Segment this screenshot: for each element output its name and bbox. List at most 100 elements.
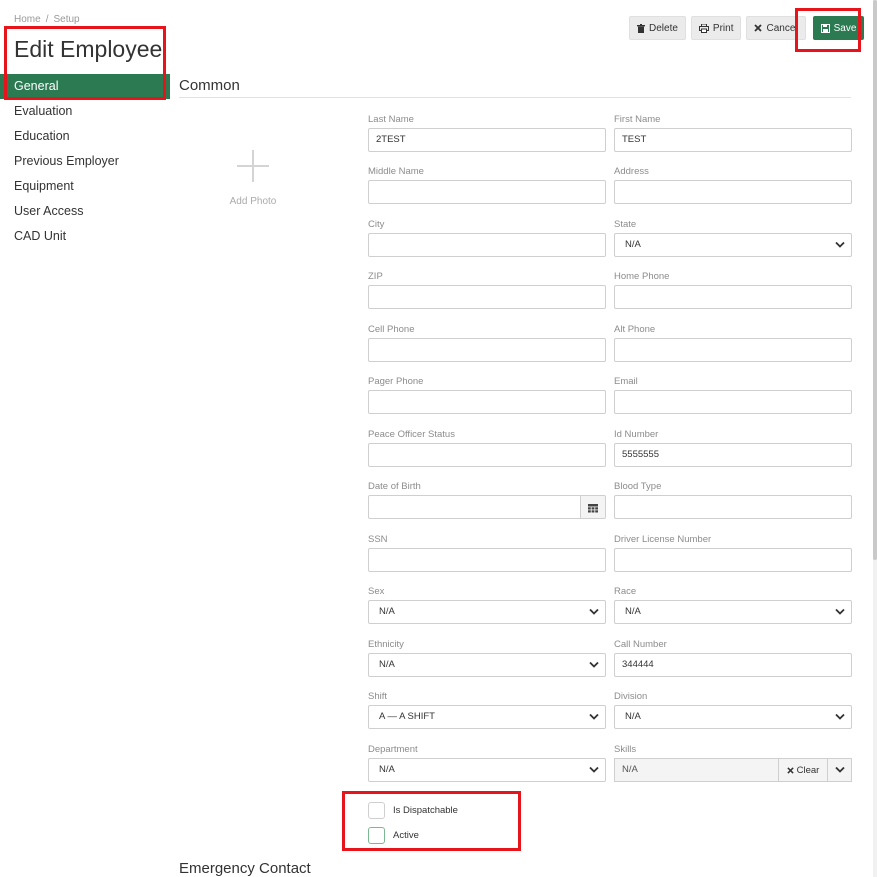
driver-license-input[interactable] <box>614 548 852 572</box>
ssn-input[interactable] <box>368 548 606 572</box>
date-of-birth-field: Date of Birth <box>368 480 606 519</box>
state-field: State N/A <box>614 218 852 257</box>
department-field: Department N/A <box>368 743 606 782</box>
zip-input[interactable] <box>368 285 606 309</box>
calendar-button[interactable] <box>580 496 605 518</box>
race-field: Race N/A <box>614 585 852 624</box>
save-button[interactable]: Save <box>812 16 865 40</box>
breadcrumb-current[interactable]: Setup <box>53 14 79 25</box>
sidebar-item-evaluation[interactable]: Evaluation <box>0 99 170 124</box>
skills-value: N/A <box>614 758 778 782</box>
cell-phone-input[interactable] <box>368 338 606 362</box>
scrollbar[interactable] <box>873 0 877 877</box>
section-divider <box>179 97 851 98</box>
zip-field: ZIP <box>368 270 606 309</box>
call-number-field: Call Number 344444 <box>614 638 852 677</box>
trash-icon <box>637 23 645 33</box>
email-input[interactable] <box>614 390 852 414</box>
skills-multiselect[interactable]: N/A Clear <box>614 758 852 782</box>
scrollbar-thumb[interactable] <box>873 0 877 560</box>
last-name-label: Last Name <box>368 114 414 125</box>
call-number-label: Call Number <box>614 639 667 650</box>
cell-phone-field: Cell Phone <box>368 323 606 362</box>
email-field: Email <box>614 375 852 414</box>
state-select-value: N/A <box>625 239 641 250</box>
sidebar-item-general[interactable]: General <box>0 74 170 99</box>
section-title-common: Common <box>179 77 240 94</box>
alt-phone-field: Alt Phone <box>614 323 852 362</box>
sidebar-item-user-access[interactable]: User Access <box>0 199 170 224</box>
ethnicity-select[interactable]: N/A <box>368 653 606 677</box>
breadcrumb-home-link[interactable]: Home <box>14 14 41 25</box>
floppy-disk-icon <box>820 23 830 33</box>
middle-name-input[interactable] <box>368 180 606 204</box>
sex-select-value: N/A <box>379 606 395 617</box>
active-box[interactable] <box>368 827 385 844</box>
address-input[interactable] <box>614 180 852 204</box>
blood-type-input[interactable] <box>614 495 852 519</box>
sidebar: General Evaluation Education Previous Em… <box>0 74 170 249</box>
last-name-field: Last Name 2TEST <box>368 113 606 152</box>
city-field: City <box>368 218 606 257</box>
shift-select-value: A — A SHIFT <box>379 711 435 722</box>
is-dispatchable-label: Is Dispatchable <box>393 805 458 816</box>
add-photo[interactable]: Add Photo <box>218 148 288 212</box>
date-of-birth-input[interactable] <box>368 495 606 519</box>
chevron-down-icon <box>589 766 599 773</box>
state-select[interactable]: N/A <box>614 233 852 257</box>
state-label: State <box>614 219 637 230</box>
sidebar-item-cad-unit[interactable]: CAD Unit <box>0 224 170 249</box>
sex-select[interactable]: N/A <box>368 600 606 624</box>
sidebar-item-equipment[interactable]: Equipment <box>0 174 170 199</box>
blood-type-field: Blood Type <box>614 480 852 519</box>
middle-name-field: Middle Name <box>368 165 606 204</box>
page-title: Edit Employee <box>14 36 163 62</box>
sidebar-item-previous-employer[interactable]: Previous Employer <box>0 149 170 174</box>
print-button[interactable]: Print <box>690 16 742 40</box>
id-number-input[interactable]: 5555555 <box>614 443 852 467</box>
delete-button-label: Delete <box>649 22 678 34</box>
first-name-field: First Name TEST <box>614 113 852 152</box>
pager-phone-field: Pager Phone <box>368 375 606 414</box>
email-label: Email <box>614 376 638 387</box>
close-icon <box>754 24 763 32</box>
department-label: Department <box>368 744 418 755</box>
race-select[interactable]: N/A <box>614 600 852 624</box>
id-number-label: Id Number <box>614 429 659 440</box>
active-label: Active <box>393 830 419 841</box>
skills-clear-button[interactable]: Clear <box>778 758 828 782</box>
is-dispatchable-checkbox[interactable]: Is Dispatchable <box>368 802 458 819</box>
active-checkbox[interactable]: Active <box>368 827 419 844</box>
division-select[interactable]: N/A <box>614 705 852 729</box>
peace-officer-status-label: Peace Officer Status <box>368 429 455 440</box>
first-name-input[interactable]: TEST <box>614 128 852 152</box>
delete-button[interactable]: Delete <box>629 16 686 40</box>
pager-phone-input[interactable] <box>368 390 606 414</box>
city-label: City <box>368 219 385 230</box>
sex-label: Sex <box>368 586 385 597</box>
home-phone-input[interactable] <box>614 285 852 309</box>
is-dispatchable-box[interactable] <box>368 802 385 819</box>
city-input[interactable] <box>368 233 606 257</box>
blood-type-label: Blood Type <box>614 481 662 492</box>
sidebar-item-education[interactable]: Education <box>0 124 170 149</box>
toolbar: Delete Print Cancel Save <box>629 16 865 40</box>
shift-select[interactable]: A — A SHIFT <box>368 705 606 729</box>
cancel-button[interactable]: Cancel <box>746 16 806 40</box>
skills-dropdown-button[interactable] <box>828 758 852 782</box>
chevron-down-icon <box>835 608 845 615</box>
section-title-emergency-contact: Emergency Contact <box>179 860 311 877</box>
cell-phone-label: Cell Phone <box>368 324 415 335</box>
peace-officer-status-input[interactable] <box>368 443 606 467</box>
alt-phone-input[interactable] <box>614 338 852 362</box>
shift-label: Shift <box>368 691 388 702</box>
last-name-input[interactable]: 2TEST <box>368 128 606 152</box>
ssn-field: SSN <box>368 533 606 572</box>
address-field: Address <box>614 165 852 204</box>
call-number-input[interactable]: 344444 <box>614 653 852 677</box>
zip-label: ZIP <box>368 271 383 282</box>
skills-clear-label: Clear <box>796 764 820 776</box>
driver-license-field: Driver License Number <box>614 533 852 572</box>
skills-label: Skills <box>614 744 637 755</box>
department-select[interactable]: N/A <box>368 758 606 782</box>
